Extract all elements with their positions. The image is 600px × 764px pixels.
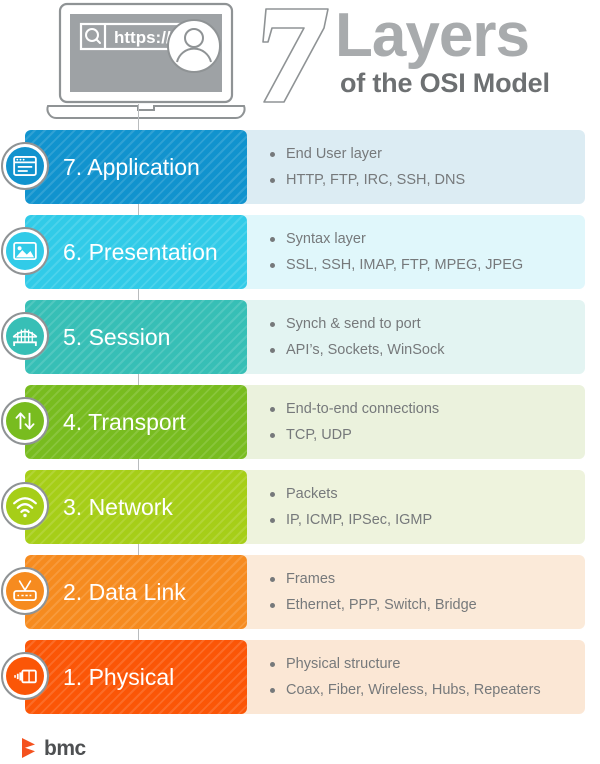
layer-row-network[interactable]: 3. Network Packets IP, ICMP, IPSec, IGMP (0, 470, 600, 544)
bullet-item: End-to-end connections (268, 396, 580, 422)
bullet-item: SSL, SSH, IMAP, FTP, MPEG, JPEG (268, 252, 580, 278)
layer-bullets: Frames Ethernet, PPP, Switch, Bridge (268, 555, 580, 629)
bridge-icon (1, 312, 49, 360)
header: https:// Layers of the OSI Model (0, 0, 600, 128)
bullet-item: Packets (268, 481, 580, 507)
big-seven-outline (262, 8, 329, 103)
layer-bullets: Synch & send to port API’s, Sockets, Win… (268, 300, 580, 374)
layer-bullets: End User layer HTTP, FTP, IRC, SSH, DNS (268, 130, 580, 204)
layer-label: 2. Data Link (63, 579, 186, 605)
layer-label: 4. Transport (63, 409, 186, 435)
layer-row-application[interactable]: 7. Application End User layer HTTP, FTP,… (0, 130, 600, 204)
layer-label: 1. Physical (63, 664, 175, 690)
laptop-illustration: https:// (46, 2, 266, 124)
title-subtitle: of the OSI Model (340, 68, 550, 98)
browser-window-icon (1, 142, 49, 190)
osi-layers-list: 7. Application End User layer HTTP, FTP,… (0, 130, 600, 725)
layer-row-transport[interactable]: 4. Transport End-to-end connections TCP,… (0, 385, 600, 459)
layer-bullets: Packets IP, ICMP, IPSec, IGMP (268, 470, 580, 544)
layer-label: 5. Session (63, 324, 171, 350)
layer-label: 7. Application (63, 154, 200, 180)
bullet-item: API’s, Sockets, WinSock (268, 337, 580, 363)
bullet-item: TCP, UDP (268, 422, 580, 448)
cable-connector-icon (1, 652, 49, 700)
laptop-url-text: https:// (114, 28, 171, 47)
layer-bullets: End-to-end connections TCP, UDP (268, 385, 580, 459)
bullet-item: Coax, Fiber, Wireless, Hubs, Repeaters (268, 677, 580, 703)
layer-row-data-link[interactable]: 2. Data Link Frames Ethernet, PPP, Switc… (0, 555, 600, 629)
bullet-item: Ethernet, PPP, Switch, Bridge (268, 592, 580, 618)
layer-row-session[interactable]: 5. Session Synch & send to port API’s, S… (0, 300, 600, 374)
bullet-item: Frames (268, 566, 580, 592)
laptop-svg: https:// (46, 2, 246, 119)
wifi-signal-icon (1, 482, 49, 530)
layer-row-physical[interactable]: 1. Physical Physical structure Coax, Fib… (0, 640, 600, 714)
layer-row-presentation[interactable]: 6. Presentation Syntax layer SSL, SSH, I… (0, 215, 600, 289)
title-block: Layers of the OSI Model (262, 4, 592, 114)
layer-label: 6. Presentation (63, 239, 218, 265)
title-main: Layers (335, 1, 530, 70)
footer-logo: bmc (20, 735, 86, 761)
router-icon (1, 567, 49, 615)
layer-bullets: Physical structure Coax, Fiber, Wireless… (268, 640, 580, 714)
bullet-item: End User layer (268, 141, 580, 167)
bmc-chevron-icon (22, 738, 35, 758)
bullet-item: IP, ICMP, IPSec, IGMP (268, 507, 580, 533)
layer-bullets: Syntax layer SSL, SSH, IMAP, FTP, MPEG, … (268, 215, 580, 289)
image-picture-icon (1, 227, 49, 275)
bullet-item: Physical structure (268, 651, 580, 677)
bullet-item: Syntax layer (268, 226, 580, 252)
bullet-item: HTTP, FTP, IRC, SSH, DNS (268, 167, 580, 193)
layer-label: 3. Network (63, 494, 173, 520)
bmc-logo-text: bmc (44, 736, 86, 760)
bullet-item: Synch & send to port (268, 311, 580, 337)
up-down-arrows-icon (1, 397, 49, 445)
